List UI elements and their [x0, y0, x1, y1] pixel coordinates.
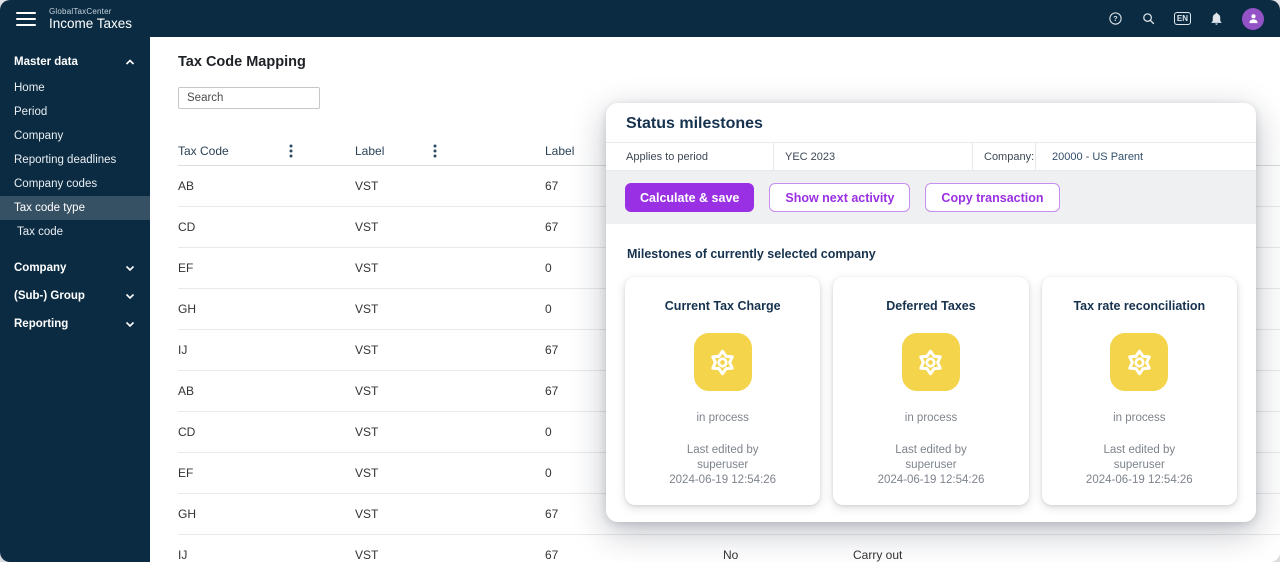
milestone-title: Current Tax Charge: [625, 299, 820, 313]
gear-icon: [914, 346, 947, 379]
milestone-status-tile[interactable]: [694, 333, 752, 391]
column-header-label-1: Label: [355, 144, 545, 158]
sidebar-item-company[interactable]: Company: [0, 124, 150, 148]
milestone-card-tax-rate-reconciliation: Tax rate reconciliation in process Last …: [1042, 277, 1237, 505]
milestone-edited-info: Last edited by superuser 2024-06-19 12:5…: [833, 443, 1028, 488]
table-row[interactable]: IJVST67NoCarry out: [178, 535, 1280, 562]
sidebar-section-master-data[interactable]: Master data: [0, 48, 150, 76]
milestones-section-heading: Milestones of currently selected company: [627, 247, 1237, 261]
chevron-up-icon: [124, 57, 136, 67]
dialog-meta-row: Applies to period YEC 2023 Company: 2000…: [606, 143, 1256, 171]
sidebar-item-company-codes[interactable]: Company codes: [0, 172, 150, 196]
column-menu-icon[interactable]: [289, 144, 293, 158]
sidebar-item-tax-code-type[interactable]: Tax code type: [0, 196, 150, 220]
app-name: GlobalTaxCenter: [49, 7, 132, 16]
help-icon[interactable]: ?: [1108, 11, 1123, 26]
milestone-status-tile[interactable]: [902, 333, 960, 391]
calculate-save-button[interactable]: Calculate & save: [625, 183, 754, 212]
sidebar-item-tax-code[interactable]: Tax code: [0, 220, 150, 244]
language-toggle[interactable]: EN: [1174, 12, 1191, 25]
milestone-title: Deferred Taxes: [833, 299, 1028, 313]
milestone-edited-info: Last edited by superuser 2024-06-19 12:5…: [1042, 443, 1237, 488]
app-window: GlobalTaxCenter Income Taxes ? EN Master…: [0, 0, 1280, 562]
status-milestones-dialog: Status milestones Applies to period YEC …: [606, 103, 1256, 522]
sidebar-item-period[interactable]: Period: [0, 100, 150, 124]
gear-icon: [1123, 346, 1156, 379]
chevron-down-icon: [124, 263, 136, 273]
milestone-status: in process: [1042, 412, 1237, 424]
sidebar-section-sub-group[interactable]: (Sub-) Group: [0, 282, 150, 310]
svg-text:?: ?: [1113, 15, 1117, 23]
milestone-edited-info: Last edited by superuser 2024-06-19 12:5…: [625, 443, 820, 488]
dialog-title: Status milestones: [626, 115, 763, 132]
column-menu-icon[interactable]: [433, 144, 437, 158]
module-name: Income Taxes: [49, 16, 132, 31]
milestone-status-tile[interactable]: [1110, 333, 1168, 391]
milestone-title: Tax rate reconciliation: [1042, 299, 1237, 313]
milestone-card-deferred-taxes: Deferred Taxes in process Last edited by…: [833, 277, 1028, 505]
top-bar: GlobalTaxCenter Income Taxes ? EN: [0, 0, 1280, 37]
sidebar-section-company[interactable]: Company: [0, 254, 150, 282]
company-label: Company:: [973, 143, 1036, 170]
brand: GlobalTaxCenter Income Taxes: [49, 7, 132, 31]
column-header-tax-code: Tax Code: [178, 144, 355, 158]
chevron-down-icon: [124, 319, 136, 329]
search-icon[interactable]: [1141, 11, 1156, 26]
chevron-down-icon: [124, 291, 136, 301]
copy-transaction-button[interactable]: Copy transaction: [925, 183, 1059, 212]
milestone-status: in process: [625, 412, 820, 424]
period-value[interactable]: YEC 2023: [774, 143, 973, 170]
gear-icon: [706, 346, 739, 379]
applies-to-period-label: Applies to period: [606, 143, 774, 170]
company-value: 20000 - US Parent: [1036, 143, 1256, 170]
page-title: Tax Code Mapping: [178, 54, 1280, 70]
sidebar-item-home[interactable]: Home: [0, 76, 150, 100]
sidebar-nav: Master data Home Period Company Reportin…: [0, 37, 150, 562]
milestone-card-current-tax-charge: Current Tax Charge in process Last edite…: [625, 277, 820, 505]
menu-icon[interactable]: [16, 12, 36, 26]
dialog-action-bar: Calculate & save Show next activity Copy…: [606, 171, 1256, 224]
sidebar-section-reporting[interactable]: Reporting: [0, 310, 150, 338]
show-next-activity-button[interactable]: Show next activity: [769, 183, 910, 212]
milestone-status: in process: [833, 412, 1028, 424]
sidebar-item-reporting-deadlines[interactable]: Reporting deadlines: [0, 148, 150, 172]
user-avatar[interactable]: [1242, 8, 1264, 30]
notifications-bell-icon[interactable]: [1209, 11, 1224, 26]
search-input[interactable]: [178, 87, 320, 109]
